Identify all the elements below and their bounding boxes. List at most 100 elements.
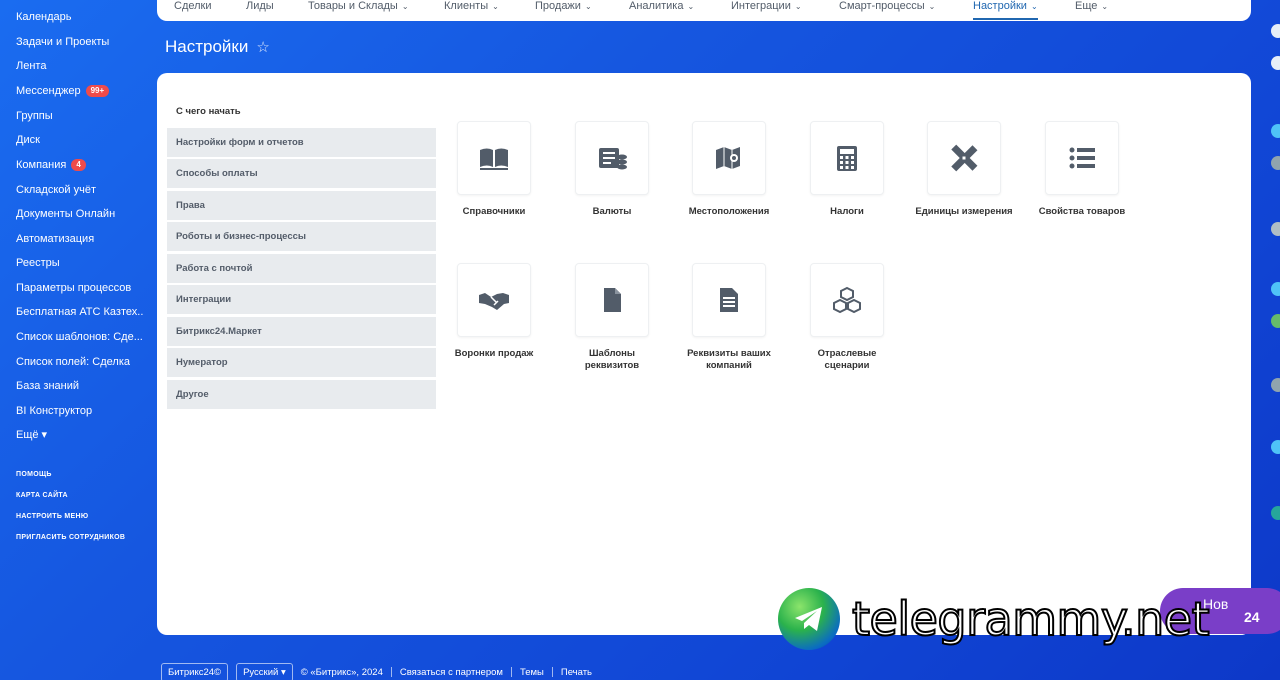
sidebar-item-warehouse[interactable]: Складской учёт	[16, 184, 144, 196]
sidebar-item-fields[interactable]: Список полей: Сделка	[16, 356, 144, 368]
menu-item-mail[interactable]: Работа с почтой	[167, 254, 436, 283]
sidebar-item-label: Группы	[16, 110, 53, 122]
sidebar-item-feed[interactable]: Лента	[16, 60, 144, 72]
tab-clients[interactable]: Клиенты ⌄	[444, 0, 499, 12]
sidebar-item-disk[interactable]: Диск	[16, 134, 144, 146]
sidebar-item-tasks[interactable]: Задачи и Проекты	[16, 36, 144, 48]
sidebar-item-company[interactable]: Компания 4	[16, 159, 144, 171]
tab-leads[interactable]: Лиды	[246, 0, 274, 12]
sidebar-item-automation[interactable]: Автоматизация	[16, 233, 144, 245]
tile-label: Реквизиты ваших компаний	[687, 348, 771, 371]
tab-products[interactable]: Товары и Склады ⌄	[308, 0, 409, 12]
chevron-down-icon: ⌄	[492, 1, 499, 11]
sidebar-item-knowledge[interactable]: База знаний	[16, 380, 144, 392]
sidebar-link-help[interactable]: ПОМОЩЬ	[16, 471, 52, 478]
sidebar-item-label: Диск	[16, 134, 40, 146]
new-chat-sub: 24	[1244, 609, 1260, 625]
footer: Битрикс24© Русский ▾ © «Битрикс», 2024 С…	[161, 662, 592, 680]
sidebar-item-label: Компания	[16, 159, 67, 171]
right-toolbar-icon[interactable]	[1271, 156, 1280, 170]
tile-icon-box[interactable]	[810, 121, 884, 195]
sidebar-item-templates[interactable]: Список шаблонов: Сде...	[16, 331, 144, 343]
menu-item-numerator[interactable]: Нумератор	[167, 348, 436, 377]
tile-icon-box[interactable]	[692, 263, 766, 337]
right-toolbar-icon[interactable]	[1271, 506, 1280, 520]
sidebar-link-sitemap[interactable]: КАРТА САЙТА	[16, 492, 68, 499]
sidebar-link-invite[interactable]: ПРИГЛАСИТЬ СОТРУДНИКОВ	[16, 534, 125, 541]
sidebar-item-label: Мессенджер	[16, 85, 81, 97]
sidebar-item-documents[interactable]: Документы Онлайн	[16, 208, 144, 220]
sidebar-item-registries[interactable]: Реестры	[16, 257, 144, 269]
tile-icon-box[interactable]	[927, 121, 1001, 195]
footer-themes-link[interactable]: Темы	[520, 667, 544, 678]
tile-label: Воронки продаж	[454, 348, 534, 359]
tab-label: Аналитика	[629, 0, 684, 12]
menu-item-market[interactable]: Битрикс24.Маркет	[167, 317, 436, 346]
right-toolbar-icon[interactable]	[1271, 378, 1280, 392]
tile-industry-scenarios[interactable]: Отраслевые сценарии	[797, 263, 897, 372]
tile-company-requisites[interactable]: Реквизиты ваших компаний	[679, 263, 779, 372]
watermark-text: telegrammy.net	[851, 591, 1211, 647]
footer-brand[interactable]: Битрикс24©	[161, 662, 229, 680]
tile-label: Свойства товаров	[1038, 206, 1126, 217]
footer-contact-link[interactable]: Связаться с партнером	[400, 667, 503, 678]
tab-analytics[interactable]: Аналитика ⌄	[629, 0, 694, 12]
right-toolbar-icon[interactable]	[1271, 282, 1280, 296]
sidebar-item-more[interactable]: Ещё ▾	[16, 428, 144, 441]
footer-print-link[interactable]: Печать	[561, 667, 592, 678]
sidebar-item-bi[interactable]: BI Конструктор	[16, 405, 144, 417]
tab-settings[interactable]: Настройки ⌄	[973, 0, 1038, 20]
tile-taxes[interactable]: Налоги	[797, 121, 897, 218]
sidebar-item-label: Задачи и Проекты	[16, 36, 110, 48]
sidebar-link-configure-menu[interactable]: НАСТРОИТЬ МЕНЮ	[16, 513, 88, 520]
tile-icon-box[interactable]	[1045, 121, 1119, 195]
tile-icon-box[interactable]	[457, 263, 531, 337]
tab-sales[interactable]: Продажи ⌄	[535, 0, 592, 12]
footer-copyright: © «Битрикс», 2024	[300, 666, 383, 678]
chevron-down-icon: ⌄	[401, 1, 409, 11]
right-toolbar-icon[interactable]	[1271, 56, 1280, 70]
menu-item-payment[interactable]: Способы оплаты	[167, 159, 436, 188]
star-icon[interactable]: ☆	[256, 38, 269, 56]
sidebar-item-process-params[interactable]: Параметры процессов	[16, 282, 144, 294]
menu-item-robots[interactable]: Роботы и бизнес-процессы	[167, 222, 436, 251]
right-toolbar-icon[interactable]	[1271, 440, 1280, 454]
menu-item-other[interactable]: Другое	[167, 380, 436, 409]
sidebar-item-label: Ещё ▾	[16, 429, 48, 441]
tile-requisite-templates[interactable]: Шаблоны реквизитов	[562, 263, 662, 372]
tab-deals[interactable]: Сделки	[174, 0, 212, 12]
chevron-down-icon: ⌄	[1030, 1, 1038, 11]
tile-icon-box[interactable]	[575, 263, 649, 337]
sidebar-item-calendar[interactable]: Календарь	[16, 11, 144, 23]
tile-units[interactable]: Единицы измерения	[914, 121, 1014, 218]
sidebar-item-groups[interactable]: Группы	[16, 110, 144, 122]
tile-locations[interactable]: Местоположения	[679, 121, 779, 218]
tile-icon-box[interactable]	[575, 121, 649, 195]
menu-header[interactable]: С чего начать	[176, 106, 241, 117]
tile-icon-box[interactable]	[810, 263, 884, 337]
tile-icon-box[interactable]	[692, 121, 766, 195]
tab-integrations[interactable]: Интеграции ⌄	[731, 0, 802, 12]
right-toolbar-icon[interactable]	[1271, 222, 1280, 236]
sidebar-item-label: BI Конструктор	[16, 405, 93, 417]
tile-icon-box[interactable]	[457, 121, 531, 195]
right-toolbar	[1262, 0, 1280, 680]
menu-item-integrations[interactable]: Интеграции	[167, 285, 436, 314]
right-toolbar-icon[interactable]	[1271, 24, 1280, 38]
sidebar-item-messenger[interactable]: Мессенджер 99+	[16, 85, 144, 97]
menu-item-forms[interactable]: Настройки форм и отчетов	[167, 128, 436, 157]
right-toolbar-icon[interactable]	[1271, 124, 1280, 138]
language-select[interactable]: Русский ▾	[236, 662, 293, 680]
sidebar-item-ats[interactable]: Бесплатная АТС Казтех...	[16, 306, 144, 318]
tile-directories[interactable]: Справочники	[444, 121, 544, 218]
tab-smart-processes[interactable]: Смарт-процессы ⌄	[839, 0, 935, 12]
tile-currencies[interactable]: Валюты	[562, 121, 662, 218]
tab-more[interactable]: Еще ⌄	[1075, 0, 1108, 12]
page-title-text: Настройки	[165, 37, 249, 56]
menu-item-rights[interactable]: Права	[167, 191, 436, 220]
sidebar-item-label: Автоматизация	[16, 233, 95, 245]
right-toolbar-icon[interactable]	[1271, 314, 1280, 328]
tile-sales-funnels[interactable]: Воронки продаж	[444, 263, 544, 360]
tile-product-properties[interactable]: Свойства товаров	[1032, 121, 1132, 218]
chevron-down-icon: ⌄	[928, 1, 936, 11]
